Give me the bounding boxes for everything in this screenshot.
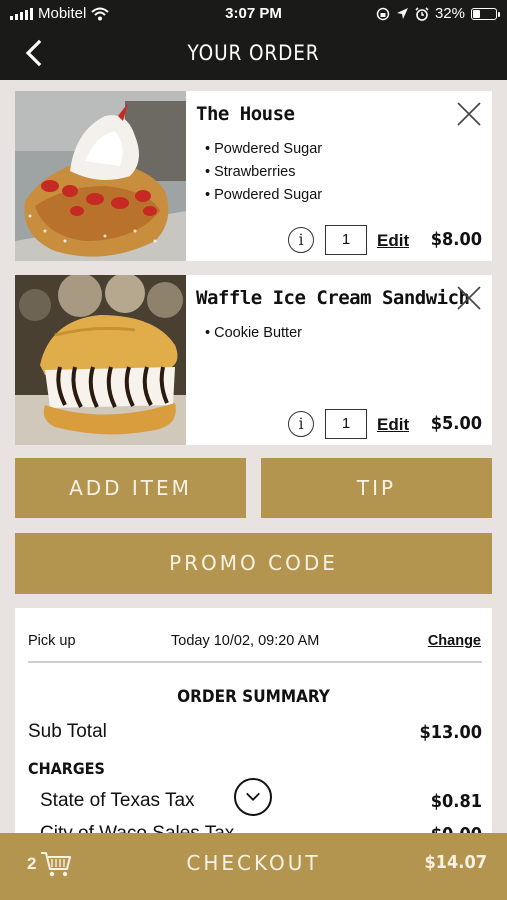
- checkout-bar[interactable]: 2 CHECKOUT $14.07: [0, 833, 507, 900]
- info-icon[interactable]: i: [288, 411, 314, 437]
- close-icon[interactable]: [456, 285, 482, 311]
- quantity-field[interactable]: 1: [325, 409, 367, 439]
- close-icon[interactable]: [456, 101, 482, 127]
- app-header: YOUR ORDER: [0, 28, 507, 80]
- item-options: Powdered Sugar Strawberries Powdered Sug…: [205, 138, 322, 207]
- screen-lock-icon: [376, 7, 390, 20]
- pickup-label: Pick up: [28, 633, 76, 649]
- order-summary-title: ORDER SUMMARY: [177, 687, 330, 707]
- charge-label: State of Texas Tax: [40, 790, 195, 811]
- item-photo-waffle-ice-cream-sandwich: [15, 275, 186, 445]
- pickup-time: Today 10/02, 09:20 AM: [171, 633, 320, 649]
- cart-item: Waffle Ice Cream Sandwich Cookie Butter …: [15, 275, 492, 445]
- quantity-field[interactable]: 1: [325, 225, 367, 255]
- item-option: Strawberries: [205, 161, 322, 184]
- add-item-button[interactable]: ADD ITEM: [15, 458, 246, 518]
- item-option: Powdered Sugar: [205, 138, 322, 161]
- cart-item: The House Powdered Sugar Strawberries Po…: [15, 91, 492, 261]
- item-name: The House: [196, 103, 295, 125]
- item-photo-the-house: [15, 91, 186, 261]
- alarm-icon: [415, 6, 429, 21]
- page-title: YOUR ORDER: [187, 41, 320, 65]
- item-price: $8.00: [430, 229, 482, 250]
- tip-button[interactable]: TIP: [261, 458, 492, 518]
- subtotal-value: $13.00: [419, 722, 483, 743]
- location-icon: [396, 8, 408, 19]
- item-option: Powdered Sugar: [205, 184, 322, 207]
- charges-label: CHARGES: [28, 759, 105, 778]
- item-option: Cookie Butter: [205, 322, 302, 345]
- item-options: Cookie Butter: [205, 322, 302, 345]
- divider: [28, 661, 482, 663]
- charge-value: $0.81: [430, 791, 482, 812]
- change-pickup-link[interactable]: Change: [428, 633, 481, 649]
- edit-link[interactable]: Edit: [377, 231, 409, 251]
- status-right: 32%: [376, 5, 500, 22]
- item-price: $5.00: [430, 413, 482, 434]
- subtotal-label: Sub Total: [28, 721, 107, 742]
- edit-link[interactable]: Edit: [377, 415, 409, 435]
- battery-percent: 32%: [434, 5, 465, 22]
- checkout-total: $14.07: [424, 852, 488, 873]
- item-name: Waffle Ice Cream Sandwich: [196, 287, 470, 309]
- promo-code-button[interactable]: PROMO CODE: [15, 533, 492, 594]
- battery-level: [473, 9, 480, 18]
- chevron-down-icon[interactable]: [234, 778, 272, 816]
- status-bar: Mobitel 3:07 PM 32%: [0, 0, 507, 28]
- info-icon[interactable]: i: [288, 227, 314, 253]
- battery-icon: [471, 7, 500, 20]
